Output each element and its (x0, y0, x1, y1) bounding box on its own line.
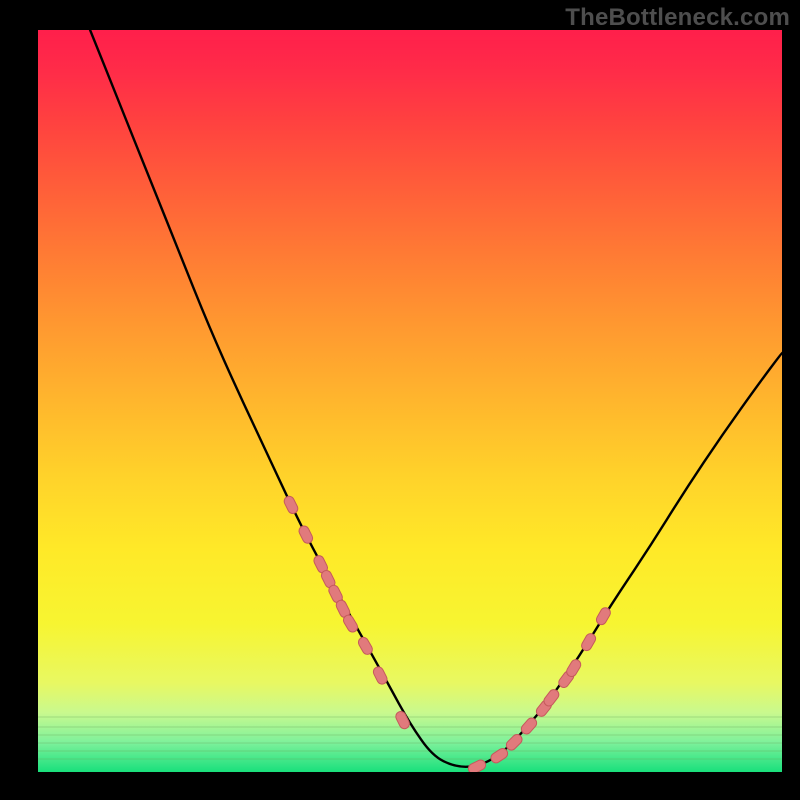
data-marker (394, 710, 411, 731)
watermark-text: TheBottleneck.com (565, 4, 790, 32)
marker-group-right (467, 606, 612, 772)
chart-frame: TheBottleneck.com (0, 0, 800, 800)
bottleneck-curve (90, 30, 782, 767)
data-marker (372, 665, 389, 686)
marker-group-left (282, 495, 411, 731)
data-marker (297, 524, 314, 545)
data-marker (504, 732, 524, 752)
chart-overlay (38, 30, 782, 772)
plot-area (38, 30, 782, 772)
data-marker (282, 495, 299, 516)
data-marker (467, 758, 488, 772)
